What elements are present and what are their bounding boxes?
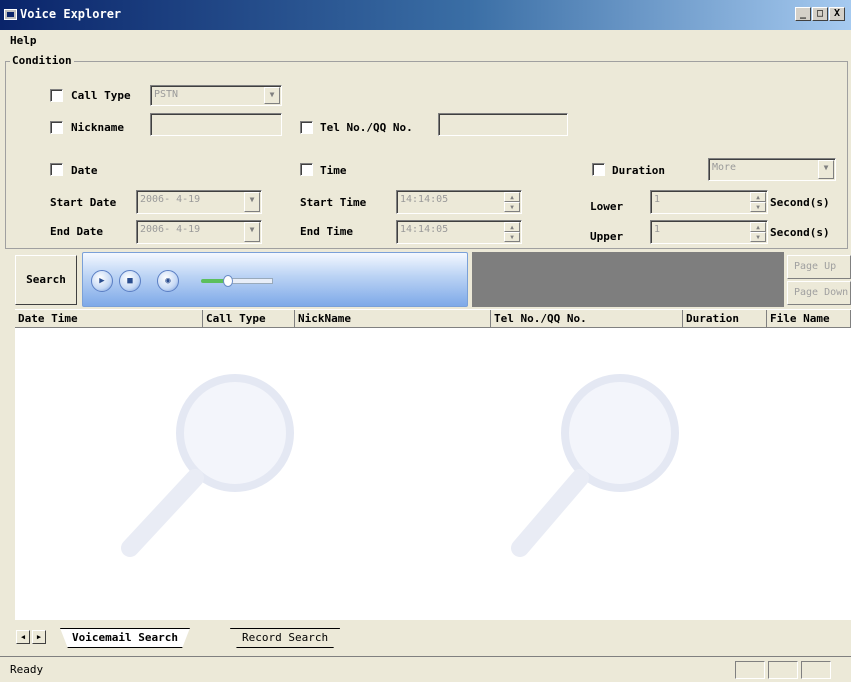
start-date-value: 2006- 4-19 xyxy=(140,194,201,205)
maximize-button[interactable]: □ xyxy=(812,7,828,21)
spin-up-icon[interactable]: ▲ xyxy=(750,192,766,202)
upper-spinner[interactable]: ▲ ▼ xyxy=(750,222,766,242)
search-button[interactable]: Search xyxy=(15,255,77,305)
upper-value: 1 xyxy=(654,224,661,235)
media-player: ▶ ■ ◉ xyxy=(82,252,468,307)
status-text: Ready xyxy=(10,663,44,676)
tel-field[interactable] xyxy=(438,113,568,136)
call-type-value: PSTN xyxy=(154,89,179,100)
spin-down-icon[interactable]: ▼ xyxy=(750,202,766,212)
tel-checkbox[interactable] xyxy=(300,121,313,134)
upper-field[interactable]: 1 ▲ ▼ xyxy=(650,220,768,244)
start-date-picker[interactable]: 2006- 4-19 ▼ xyxy=(136,190,262,214)
status-bar: Ready xyxy=(0,656,851,682)
condition-legend: Condition xyxy=(10,54,74,67)
lower-label: Lower xyxy=(590,200,624,213)
date-checkbox[interactable] xyxy=(50,163,63,176)
time-checkbox[interactable] xyxy=(300,163,313,176)
lower-field[interactable]: 1 ▲ ▼ xyxy=(650,190,768,214)
lower-unit: Second(s) xyxy=(770,196,830,209)
chevron-down-icon[interactable]: ▼ xyxy=(264,87,280,104)
volume-slider-handle[interactable] xyxy=(223,275,233,287)
end-time-value: 14:14:05 xyxy=(400,224,449,235)
tab-prev-icon[interactable]: ◀ xyxy=(16,630,30,644)
title-bar: Voice Explorer _ □ X xyxy=(0,0,851,30)
status-pane xyxy=(768,661,798,679)
chevron-down-icon[interactable]: ▼ xyxy=(244,192,260,212)
app-icon xyxy=(4,9,17,20)
upper-unit: Second(s) xyxy=(770,226,830,239)
chevron-down-icon[interactable]: ▼ xyxy=(244,222,260,242)
upper-label: Upper xyxy=(590,230,624,243)
col-tel[interactable]: Tel No./QQ No. xyxy=(491,310,683,328)
end-date-value: 2006- 4-19 xyxy=(140,224,201,235)
status-pane xyxy=(735,661,765,679)
progress-panel xyxy=(472,252,784,307)
lower-value: 1 xyxy=(654,194,661,205)
mute-icon[interactable]: ◉ xyxy=(157,270,179,292)
duration-select[interactable]: More ▼ xyxy=(708,158,836,181)
list-header: Date Time Call Type NickName Tel No./QQ … xyxy=(15,309,851,328)
start-date-label: Start Date xyxy=(50,196,117,209)
spin-up-icon[interactable]: ▲ xyxy=(750,222,766,232)
tab-strip: ◀ ▶ Voicemail Search Record Search xyxy=(0,624,851,654)
call-type-checkbox[interactable] xyxy=(50,89,63,102)
volume-track[interactable] xyxy=(228,278,273,284)
result-list[interactable] xyxy=(15,328,851,620)
start-time-picker[interactable]: 14:14:05 ▲ ▼ xyxy=(396,190,522,214)
play-icon[interactable]: ▶ xyxy=(91,270,113,292)
duration-value: More xyxy=(712,162,737,173)
col-duration[interactable]: Duration xyxy=(683,310,767,328)
spin-down-icon[interactable]: ▼ xyxy=(750,232,766,242)
col-nickname[interactable]: NickName xyxy=(295,310,491,328)
tab-voicemail-search[interactable]: Voicemail Search xyxy=(60,628,190,648)
status-pane xyxy=(801,661,831,679)
call-type-select[interactable]: PSTN ▼ xyxy=(150,85,282,106)
end-date-picker[interactable]: 2006- 4-19 ▼ xyxy=(136,220,262,244)
page-down-button[interactable]: Page Down xyxy=(787,281,851,305)
call-type-label: Call Type xyxy=(71,89,131,102)
menu-help[interactable]: Help xyxy=(10,34,37,47)
magnifier-watermark-icon xyxy=(511,374,679,557)
date-label: Date xyxy=(71,164,98,177)
close-button[interactable]: X xyxy=(829,7,845,21)
tab-record-search[interactable]: Record Search xyxy=(230,628,341,648)
nickname-checkbox[interactable] xyxy=(50,121,63,134)
time-label: Time xyxy=(320,164,347,177)
spin-down-icon[interactable]: ▼ xyxy=(504,202,520,212)
stop-icon[interactable]: ■ xyxy=(119,270,141,292)
chevron-down-icon[interactable]: ▼ xyxy=(818,160,834,179)
window-title: Voice Explorer xyxy=(20,7,122,21)
minimize-button[interactable]: _ xyxy=(795,7,811,21)
col-date-time[interactable]: Date Time xyxy=(15,310,203,328)
start-time-value: 14:14:05 xyxy=(400,194,449,205)
end-time-label: End Time xyxy=(300,225,353,238)
spin-up-icon[interactable]: ▲ xyxy=(504,222,520,232)
magnifier-watermark-icon xyxy=(121,374,294,557)
page-up-button[interactable]: Page Up xyxy=(787,255,851,279)
nickname-field[interactable] xyxy=(150,113,282,136)
col-call-type[interactable]: Call Type xyxy=(203,310,295,328)
spin-down-icon[interactable]: ▼ xyxy=(504,232,520,242)
menu-bar: Help xyxy=(0,30,851,52)
duration-label: Duration xyxy=(612,164,665,177)
start-time-spinner[interactable]: ▲ ▼ xyxy=(504,192,520,212)
tab-next-icon[interactable]: ▶ xyxy=(32,630,46,644)
tel-label: Tel No./QQ No. xyxy=(320,121,413,134)
end-time-picker[interactable]: 14:14:05 ▲ ▼ xyxy=(396,220,522,244)
duration-checkbox[interactable] xyxy=(592,163,605,176)
spin-up-icon[interactable]: ▲ xyxy=(504,192,520,202)
nickname-label: Nickname xyxy=(71,121,124,134)
lower-spinner[interactable]: ▲ ▼ xyxy=(750,192,766,212)
end-time-spinner[interactable]: ▲ ▼ xyxy=(504,222,520,242)
col-file-name[interactable]: File Name xyxy=(767,310,851,328)
end-date-label: End Date xyxy=(50,225,103,238)
start-time-label: Start Time xyxy=(300,196,367,209)
